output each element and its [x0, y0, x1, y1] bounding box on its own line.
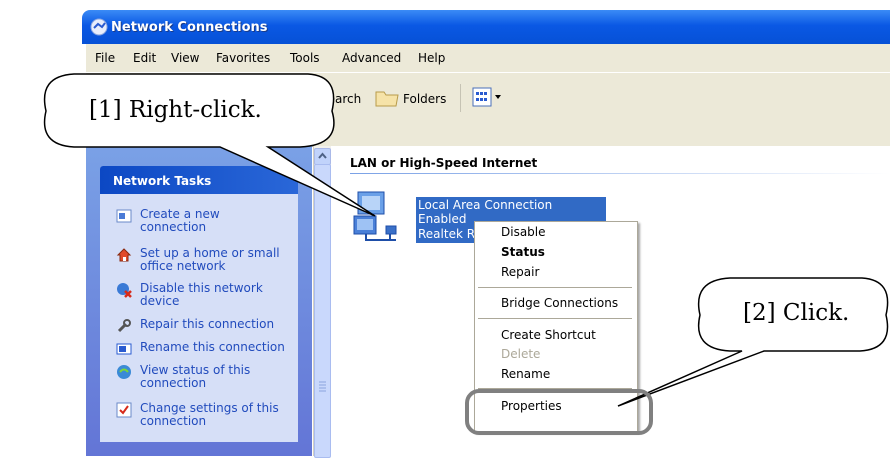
create-connection-icon	[116, 209, 132, 223]
disable-device-icon	[117, 283, 132, 298]
menu-bar	[86, 44, 890, 72]
task-label: office network	[140, 259, 226, 273]
callout-2-text: [2] Click.	[743, 300, 850, 326]
address-bar[interactable]	[86, 124, 890, 147]
task-label: View status of this	[140, 363, 251, 377]
menu-help[interactable]: Help	[418, 51, 445, 65]
folders-button[interactable]: Folders	[403, 92, 446, 106]
folders-icon	[375, 91, 399, 107]
menu-view[interactable]: View	[171, 51, 199, 65]
task-label: Disable this network	[140, 281, 263, 295]
menu-file[interactable]: File	[95, 51, 115, 65]
connection-name: Local Area Connection	[418, 198, 553, 212]
menu-item-delete: Delete	[501, 347, 541, 361]
connection-device: Realtek RT	[418, 227, 482, 241]
callout-1-text: [1] Right-click.	[89, 97, 262, 123]
settings-icon	[116, 402, 132, 418]
menu-item-properties[interactable]: Properties	[501, 399, 562, 413]
menu-separator	[478, 287, 632, 288]
window-title: Network Connections	[111, 20, 268, 35]
toolbar-separator	[460, 84, 461, 112]
task-label: Set up a home or small	[140, 246, 280, 260]
network-connections-icon	[90, 18, 108, 36]
menu-favorites[interactable]: Favorites	[216, 51, 270, 65]
task-label: connection	[140, 376, 207, 390]
menu-edit[interactable]: Edit	[133, 51, 156, 65]
lan-connection-icon[interactable]	[352, 186, 412, 246]
menu-item-rename[interactable]: Rename	[501, 367, 550, 381]
home-network-icon	[116, 248, 132, 262]
menu-tools[interactable]: Tools	[290, 51, 320, 65]
task-label: connection	[140, 414, 207, 428]
scroll-up-button[interactable]	[314, 148, 331, 165]
task-label: Change settings of this	[140, 401, 279, 415]
task-label: Repair this connection	[140, 317, 275, 331]
connection-status: Enabled	[418, 212, 467, 226]
network-tasks-title: Network Tasks	[113, 174, 212, 188]
group-title: LAN or High-Speed Internet	[350, 156, 538, 170]
menu-item-disable[interactable]: Disable	[501, 225, 546, 239]
network-tasks-header[interactable]: Network Tasks	[100, 166, 298, 194]
group-divider	[350, 173, 890, 174]
menu-item-create-shortcut[interactable]: Create Shortcut	[501, 328, 596, 342]
menu-separator	[478, 318, 632, 319]
task-label: Create a new	[140, 207, 220, 221]
task-label: Rename this connection	[140, 340, 285, 354]
menu-advanced[interactable]: Advanced	[342, 51, 401, 65]
rename-icon	[116, 343, 132, 355]
search-button[interactable]: Search	[320, 92, 361, 106]
views-icon[interactable]	[472, 87, 502, 107]
menu-separator	[478, 388, 632, 389]
menu-item-bridge[interactable]: Bridge Connections	[501, 296, 618, 310]
chevron-up-icon	[318, 152, 327, 159]
menu-item-status[interactable]: Status	[501, 245, 545, 259]
menu-item-repair[interactable]: Repair	[501, 265, 539, 279]
repair-icon	[117, 319, 131, 333]
status-icon	[117, 365, 131, 379]
scroll-thumb[interactable]	[314, 164, 331, 458]
task-label: connection	[140, 220, 207, 234]
grip-icon	[319, 381, 326, 392]
task-label: device	[140, 294, 180, 308]
